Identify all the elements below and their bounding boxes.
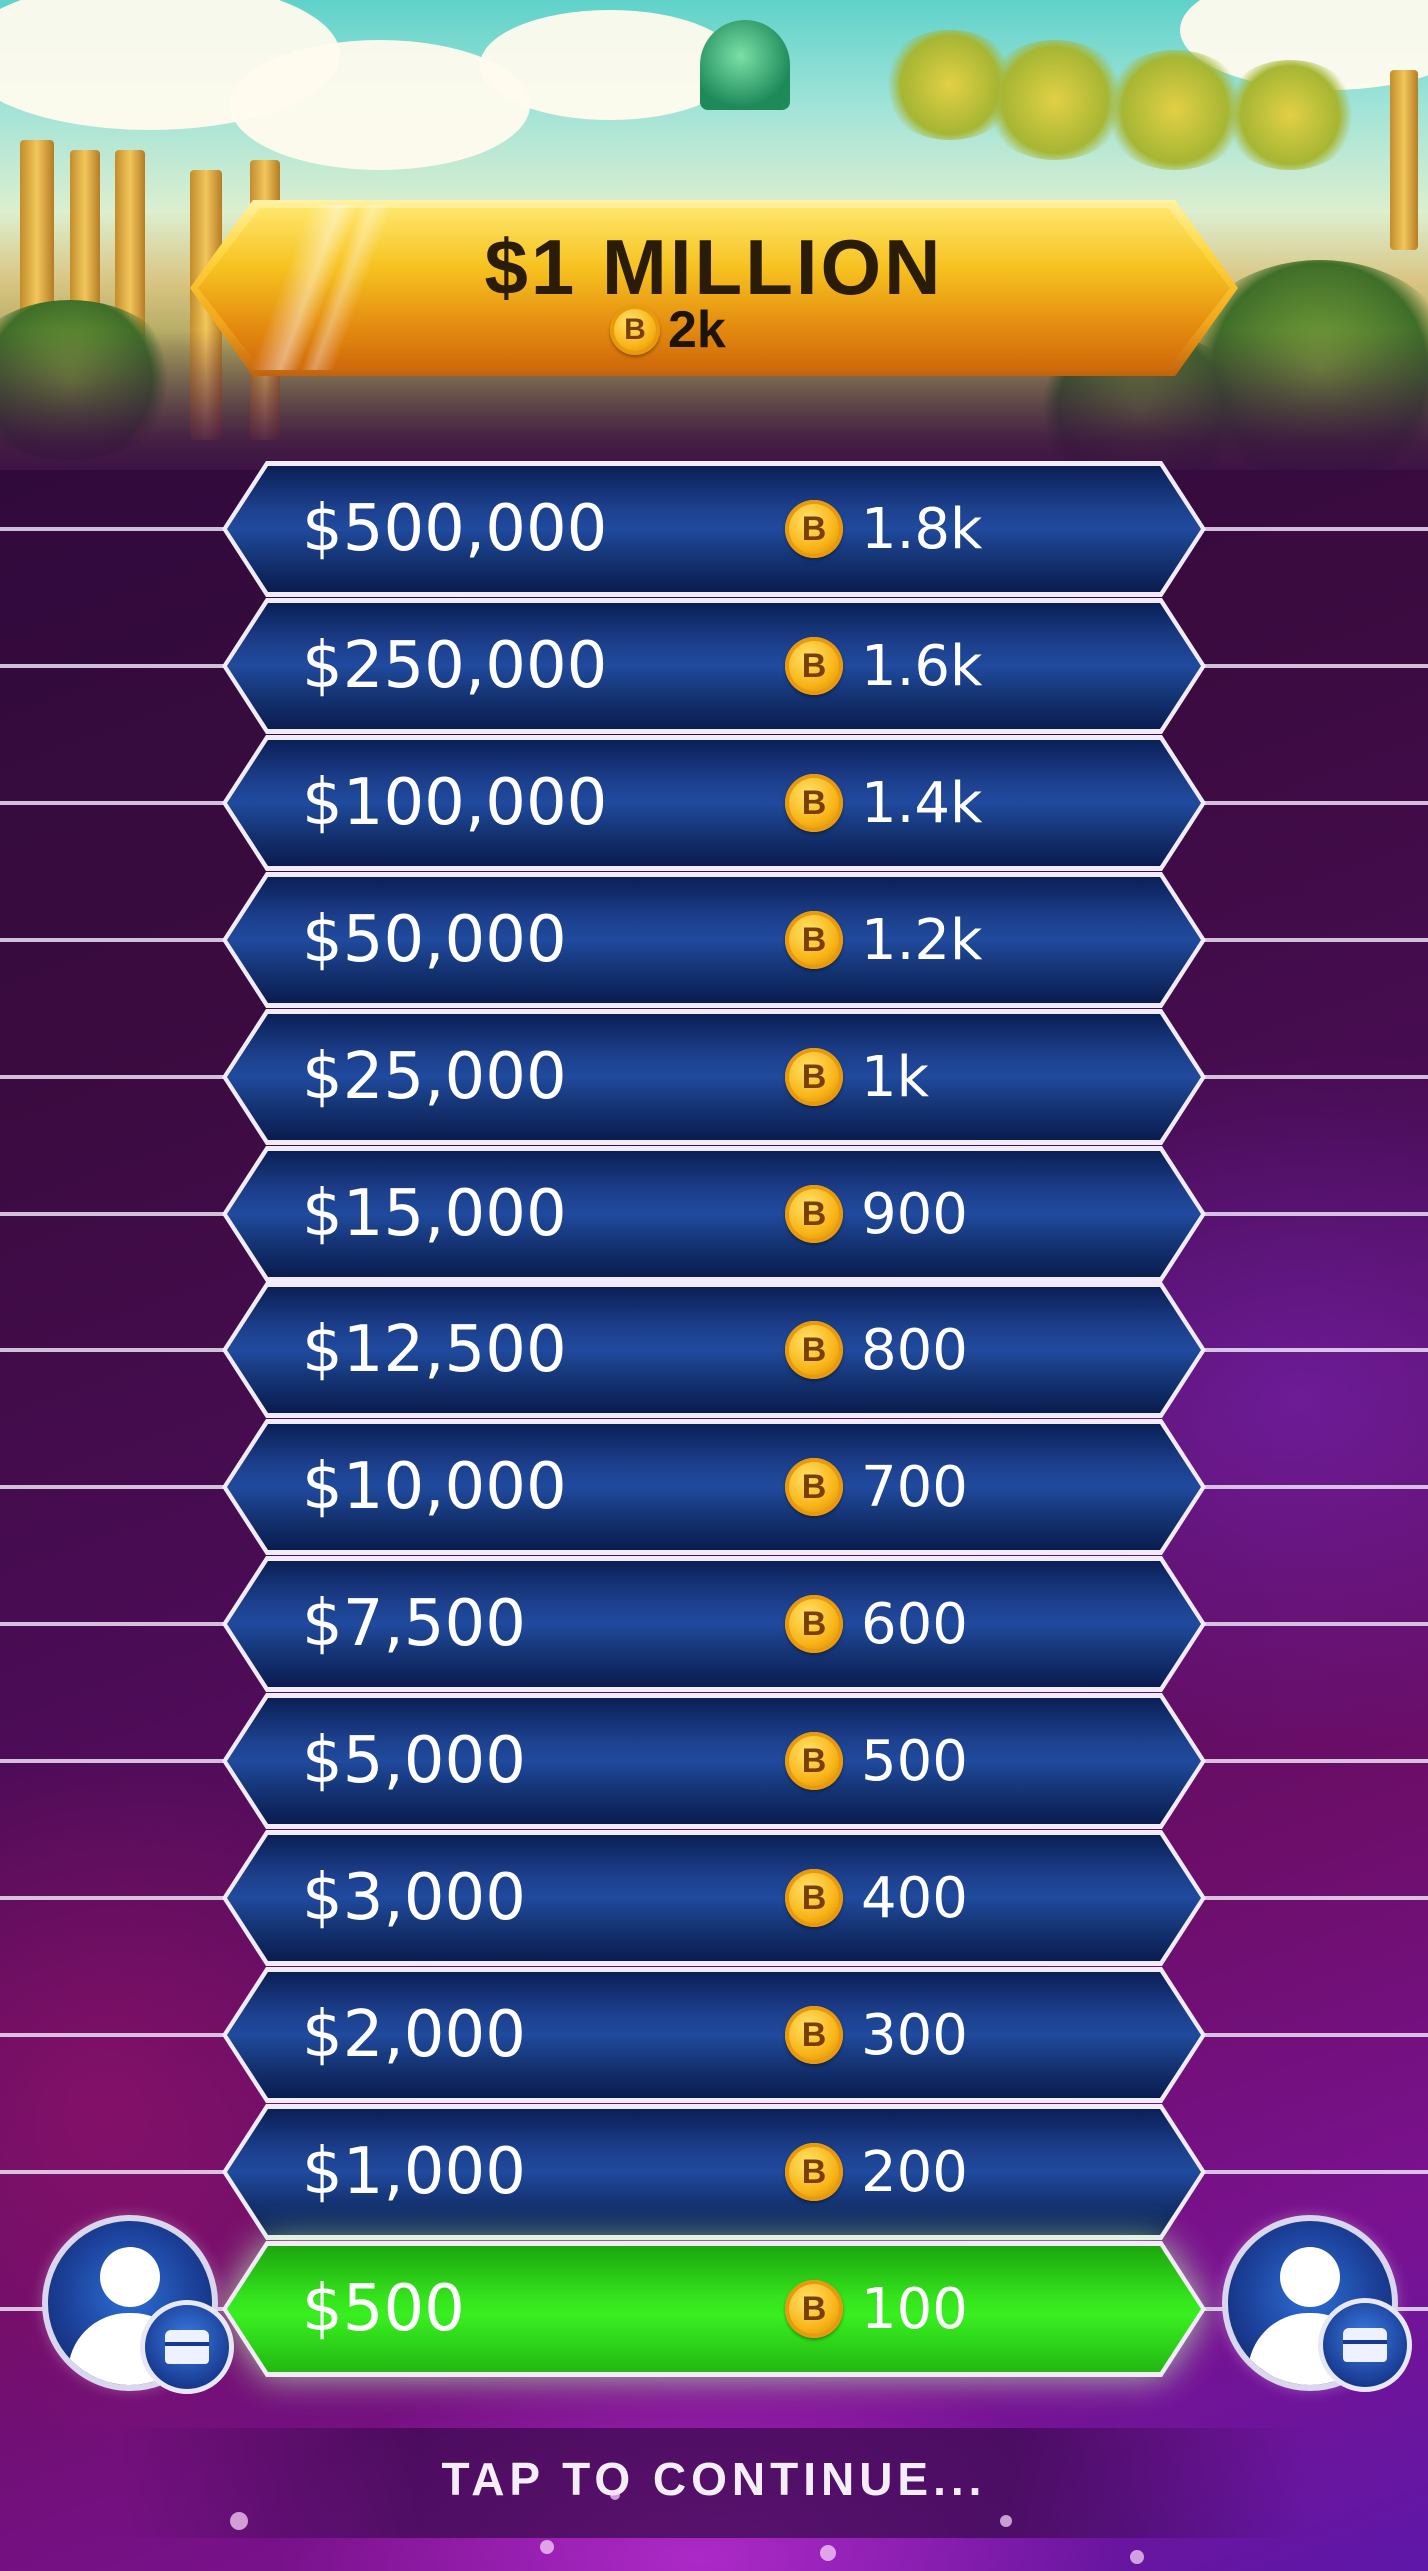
coin-icon: B [785,1458,843,1516]
coin-icon: B [785,500,843,558]
prize-amount: $3,000 [302,1861,526,1935]
prize-amount: $500 [302,2272,465,2346]
prize-amount: $250,000 [302,629,608,703]
prize-amount: $10,000 [302,1450,567,1524]
prize-rung: $1,000 B 200 [222,2104,1206,2240]
prize-rung: $500,000 B 1.8k [222,461,1206,597]
prize-rung: $100,000 B 1.4k [222,735,1206,871]
treasure-chest-icon[interactable] [1318,2298,1412,2392]
prize-rung: $7,500 B 600 [222,1556,1206,1692]
prize-amount: $5,000 [302,1724,526,1798]
coin-icon: B [785,1048,843,1106]
prize-rung: $50,000 B 1.2k [222,872,1206,1008]
top-prize-coin-reward: B 2k [610,300,726,360]
prize-amount: $25,000 [302,1040,567,1114]
top-prize-coin-label: 2k [668,301,726,359]
coin-reward: 1.6k [861,633,983,699]
prize-rung: $5,000 B 500 [222,1693,1206,1829]
coin-reward: 900 [861,1181,968,1247]
prize-rung: $3,000 B 400 [222,1830,1206,1966]
coin-reward: 100 [861,2276,968,2342]
coin-icon: B [785,1732,843,1790]
coin-reward: 500 [861,1728,968,1794]
prize-amount: $100,000 [302,766,608,840]
coin-icon: B [785,1185,843,1243]
prize-amount: $2,000 [302,1998,526,2072]
prize-rung: $2,000 B 300 [222,1967,1206,2103]
coin-icon: B [785,2143,843,2201]
coin-icon: B [785,1595,843,1653]
coin-reward: 400 [861,1865,968,1931]
prize-amount: $15,000 [302,1177,567,1251]
coin-reward: 600 [861,1591,968,1657]
coin-icon: B [785,637,843,695]
coin-reward: 1k [861,1044,930,1110]
prize-rung: $12,500 B 800 [222,1282,1206,1418]
prize-rung-current: $500 B 100 [222,2241,1206,2377]
prize-amount: $50,000 [302,903,567,977]
prize-rung: $25,000 B 1k [222,1009,1206,1145]
coin-reward: 800 [861,1317,968,1383]
tap-to-continue-label[interactable]: TAP TO CONTINUE... [0,2452,1428,2506]
prize-amount: $500,000 [302,492,608,566]
prize-rung: $250,000 B 1.6k [222,598,1206,734]
coin-reward: 1.2k [861,907,983,973]
coin-reward: 200 [861,2139,968,2205]
prize-amount: $12,500 [302,1313,567,1387]
coin-icon: B [610,305,660,355]
coin-reward: 300 [861,2002,968,2068]
prize-amount: $7,500 [302,1587,526,1661]
prize-rung: $10,000 B 700 [222,1419,1206,1555]
coin-icon: B [785,911,843,969]
coin-reward: 1.4k [861,770,983,836]
coin-icon: B [785,1869,843,1927]
coin-reward: 1.8k [861,496,983,562]
coin-icon: B [785,2006,843,2064]
coin-icon: B [785,1321,843,1379]
prize-amount: $1,000 [302,2135,526,2209]
prize-rung: $15,000 B 900 [222,1146,1206,1282]
treasure-chest-icon[interactable] [140,2300,234,2394]
coin-icon: B [785,774,843,832]
coin-icon: B [785,2280,843,2338]
coin-reward: 700 [861,1454,968,1520]
